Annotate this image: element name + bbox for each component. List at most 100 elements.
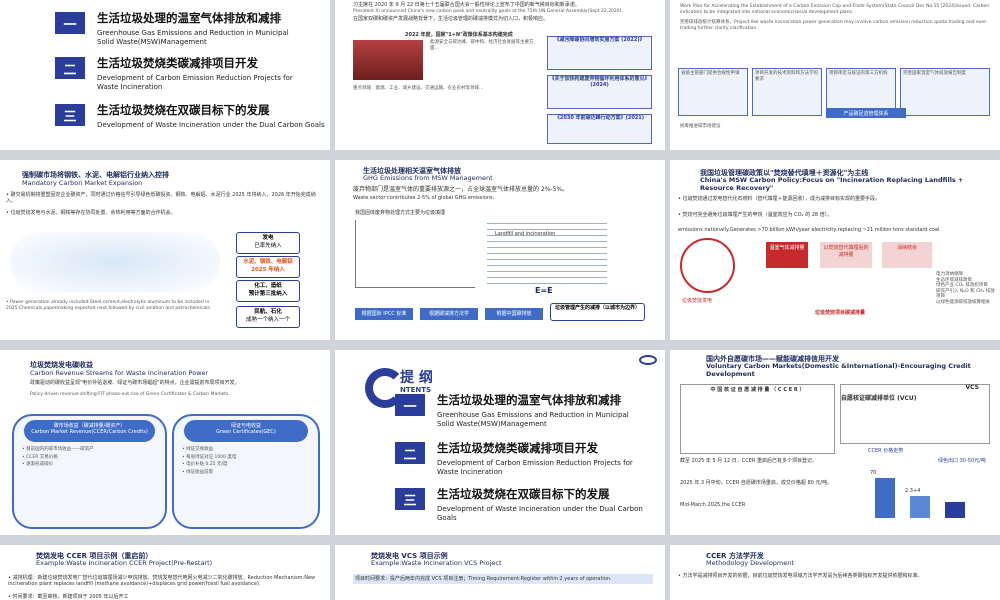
vcs-doc-en: VCS — [965, 384, 979, 391]
slide-ghg[interactable]: 生活垃圾处理相关温室气体排放 GHG Emissions from MSW Ma… — [335, 160, 665, 340]
ccer-bullet-2: 时间要求：截至审核，新建项目于 2005 年以后开工 — [8, 594, 323, 600]
voluntary-bars: 70 2.3+4 — [865, 458, 985, 518]
slide-agenda-b[interactable]: 提 纲 NTENTS 一 生活垃圾处理的温室气体排放和减排 Greenhouse… — [335, 350, 665, 535]
slide-policy[interactable]: 习主席在 2020 年 9 月 22 日第七十五届联合国大会一般性辩论上宣布了中… — [335, 0, 665, 150]
ghg-flow-diagram — [355, 220, 475, 288]
slide-voluntary[interactable]: 国内外自愿碳市场——赋能碳减排信用开发 Voluntary Carbon Mar… — [670, 350, 1000, 535]
bar-vcs — [910, 496, 930, 518]
vcs-row-1: 项目时间要求：投产后两年内完成 VCS 项目注册；Timing Requirem… — [353, 574, 653, 584]
work-plan-text-2: 完善碳排放统计核算体系，Project like waste incinerat… — [680, 20, 988, 31]
agenda-title-en: Greenhouse Gas Emissions and Reduction i… — [437, 411, 629, 428]
slide-vcs-example[interactable]: 焚烧发电 VCS 项目示例 Example:Waste Incineration… — [335, 545, 665, 600]
ghg-box-2: 根据碳减排方法学 — [420, 308, 478, 320]
stage-chem-sub: 预计第三批纳入 — [248, 291, 288, 297]
agenda-item-2: 二 生活垃圾焚烧类碳减排项目开发 Development of Carbon E… — [55, 55, 307, 92]
policy-caption: 2022 年度，国家"1+N"政策体系基本构建完成 — [405, 32, 513, 38]
ghg-text-en: Waste sector contributes 2-5% of global … — [353, 195, 495, 201]
china-bullet-2: 焚烧可完全避免垃圾填埋产生的甲烷（温室效应为 CO₂ 的 28 倍）。 — [678, 212, 993, 218]
slide-methodology[interactable]: CCER 方法学开发 Methodology Development 方法学是减… — [670, 545, 1000, 600]
revenue-right-item: 绿证收益前景 — [174, 469, 318, 477]
china-title-en: China's MSW Carbon Policy:Focus on "Inci… — [700, 176, 964, 192]
ghg-box-3: 根据中国碳排放 — [485, 308, 543, 320]
stage-power: 发电 已率先纳入 — [236, 232, 300, 254]
revenue-right-panel: 绿证与电收益 Green Certificates(GEC) 绿证交易收益 每张… — [172, 414, 320, 529]
ccer-doc-title: 中 国 核 证 自 愿 减 排 量 （ C C E R ） — [710, 387, 805, 393]
work-plan-box-1-text: 省级主管部门提供合规性申请 — [681, 71, 740, 76]
china-item: 以绿色能源碳排放核算相关 — [936, 299, 990, 305]
voluntary-title-en: Voluntary Carbon Markets(Domestic &Inter… — [706, 362, 971, 378]
agenda-number-badge: 一 — [395, 394, 425, 416]
photo-image — [353, 40, 423, 80]
stage-aviation-sub: 成熟一个纳入一个 — [245, 317, 290, 323]
agenda-number-badge: 三 — [395, 488, 425, 510]
work-plan-bar: 产品碳足迹管理体系 — [826, 108, 906, 118]
china-foot: 垃圾焚烧项目碳减排量 — [815, 310, 866, 316]
agenda-title-en: Greenhouse Gas Emissions and Reduction i… — [97, 29, 289, 46]
work-plan-text-1: Work Plan for Accelerating the Establish… — [680, 4, 990, 15]
slide-agenda-a[interactable]: 一 生活垃圾处理的温室气体排放和减排 Greenhouse Gas Emissi… — [0, 0, 330, 150]
voluntary-foot: Mid-March 2025,the CCER — [680, 502, 746, 508]
ghg-formula: E=E — [535, 286, 553, 295]
china-en: emissions nationally.Generates >70 billi… — [678, 227, 941, 233]
agenda-b-item-1: 一 生活垃圾处理的温室气体排放和减排 Greenhouse Gas Emissi… — [395, 392, 637, 429]
stage-power-sub: 已率先纳入 — [254, 243, 282, 249]
work-plan-box-1: 省级主管部门提供合规性申请 — [678, 68, 748, 116]
voluntary-body-2: 2025 年 3 月中旬，CCER 自愿碳市场重启，成交价格超 80 元/吨。 — [680, 480, 833, 486]
stage-chem-label: 化工、造纸 — [254, 283, 282, 289]
stage-cement-label: 水泥、钢铁、电解铝 — [243, 259, 293, 265]
policy-line-2: President Xi announced China's new carbo… — [353, 9, 623, 14]
revenue-right-item: 绿证交易收益 — [174, 446, 318, 454]
china-item: 碳资产引入 N₂O 和 CH₄ 排放项目 — [936, 288, 995, 300]
bar-export — [945, 502, 965, 518]
slide-work-plan[interactable]: Work Plan for Accelerating the Establish… — [670, 0, 1000, 150]
work-plan-box-2-text: 项目开发的技术资料和方法学的要求 — [755, 71, 818, 82]
agenda-number-badge: 二 — [55, 57, 85, 79]
work-plan-box-4-text: 完善国家温室气体排放报告制度 — [903, 71, 966, 76]
work-plan-box-3-text: 项目审定与核证的第三方机构 — [829, 71, 888, 76]
mandatory-bullet-1: 碳交易机制将重塑固定企业碳资产，同时通过价格信号引导绿色低碳投资。钢铁、电解铝、… — [6, 192, 324, 204]
stage-aviation: 民航、石化 成熟一个纳入一个 — [236, 306, 300, 328]
mandatory-title-en: Mandatory Carbon Market Expansion — [22, 179, 143, 187]
slide-china-policy[interactable]: 我国垃圾管理碳政策以"焚烧替代填埋＋资源化"为主线 China's MSW Ca… — [670, 160, 1000, 340]
vcs-title-en: Example:Waste Incineration VCS Project — [371, 559, 502, 567]
vcs-document: 自愿核证碳减排单位 (VCU) VCS — [840, 384, 990, 444]
stage-chemicals: 化工、造纸 预计第三批纳入 — [236, 280, 300, 302]
work-plan-footnote: 统筹推进碳市场建设 — [680, 124, 721, 129]
revenue-left-header: 碳市场收益（碳减排量/碳资产） Carbon Market Revenue(CC… — [24, 420, 155, 442]
agenda-title-zh: 生活垃圾焚烧在双碳目标下的发展 — [437, 487, 610, 501]
slide-sorter-grid: 一 生活垃圾处理的温室气体排放和减排 Greenhouse Gas Emissi… — [0, 0, 1000, 600]
slide-revenue[interactable]: 垃圾焚烧发电碳收益 Carbon Revenue Streams for Was… — [0, 350, 330, 535]
revenue-right-title: 绿证与电收益 — [230, 423, 261, 429]
china-right: 消纳结余 — [882, 242, 932, 268]
mandatory-bullet-2: 垃圾焚烧发电与水泥、钢铁等存在协同处置、余热利用等方面的合作机会。 — [6, 210, 324, 216]
revenue-intro: 政策驱动的碳收益呈现"电价补贴退坡、绿证与碳市场崛起"的特点，企业需提前布局项目… — [30, 380, 240, 386]
revenue-left-item: 目前国内的碳市场收益——碳资产 — [14, 446, 165, 454]
agenda-title-zh: 生活垃圾焚烧类碳减排项目开发 — [97, 56, 258, 70]
bar-vcs-value: 2.3+4 — [905, 488, 921, 494]
china-item: 绿色产业 CO₂ 排放权项目 — [936, 283, 988, 289]
china-items: 电力消纳保障 生态环境减排政策 绿色产业 CO₂ 排放权项目 碳资产引入 N₂O… — [936, 272, 996, 306]
mandatory-en-bullet: Power generation already included.Steel,… — [6, 300, 226, 311]
stage-cement-steel: 水泥、钢铁、电解铝 2025 年纳入 — [236, 256, 300, 278]
policy-box-1-title: 《减污降碳协同增效实施方案 (2022)》 — [554, 37, 645, 43]
china-mid-1: 温室气体减排量 — [766, 242, 808, 268]
vcs-doc-title: 自愿核证碳减排单位 (VCU) — [841, 395, 917, 402]
stage-power-label: 发电 — [262, 235, 274, 241]
revenue-right-header: 绿证与电收益 Green Certificates(GEC) — [184, 420, 308, 442]
agenda-number-badge: 一 — [55, 12, 85, 34]
china-circle — [680, 238, 735, 293]
method-bullet: 方法学是减排项目开发的依据，目前垃圾焚烧发电领域方法学开发是为后续各类碳指标开发… — [678, 573, 993, 579]
slide-mandatory-market[interactable]: 强制碳市场将钢铁、水泥、电解铝行业纳入控排 Mandatory Carbon M… — [0, 160, 330, 340]
policy-box-2-title: 《关于加快构建废弃物循环利用体系的意见》(2024) — [549, 76, 650, 88]
ghg-title-en: GHG Emissions from MSW Management — [363, 174, 493, 182]
logo-icon — [639, 355, 657, 365]
revenue-right-item: 每张绿证对应 1000 度电 — [174, 454, 318, 462]
industry-map-illustration — [10, 232, 220, 292]
slide-ccer-example[interactable]: 焚烧发电 CCER 项目示例（重启前） Example:Waste Incine… — [0, 545, 330, 600]
agenda-title-zh: 生活垃圾处理的温室气体排放和减排 — [437, 393, 621, 407]
ghg-table-title: 我国固体废弃物处理方式主要为垃圾填埋 — [355, 210, 446, 216]
china-mid-2: 以焚烧替代填埋后的减排量 — [820, 242, 872, 268]
policy-box-3-title: 《2030 年前碳达峰行动方案》(2021) — [554, 115, 645, 121]
revenue-left-item: 逐渐形成碳价 — [14, 461, 165, 469]
voluntary-note: 绿色出口 30-50元/吨 — [938, 458, 986, 464]
